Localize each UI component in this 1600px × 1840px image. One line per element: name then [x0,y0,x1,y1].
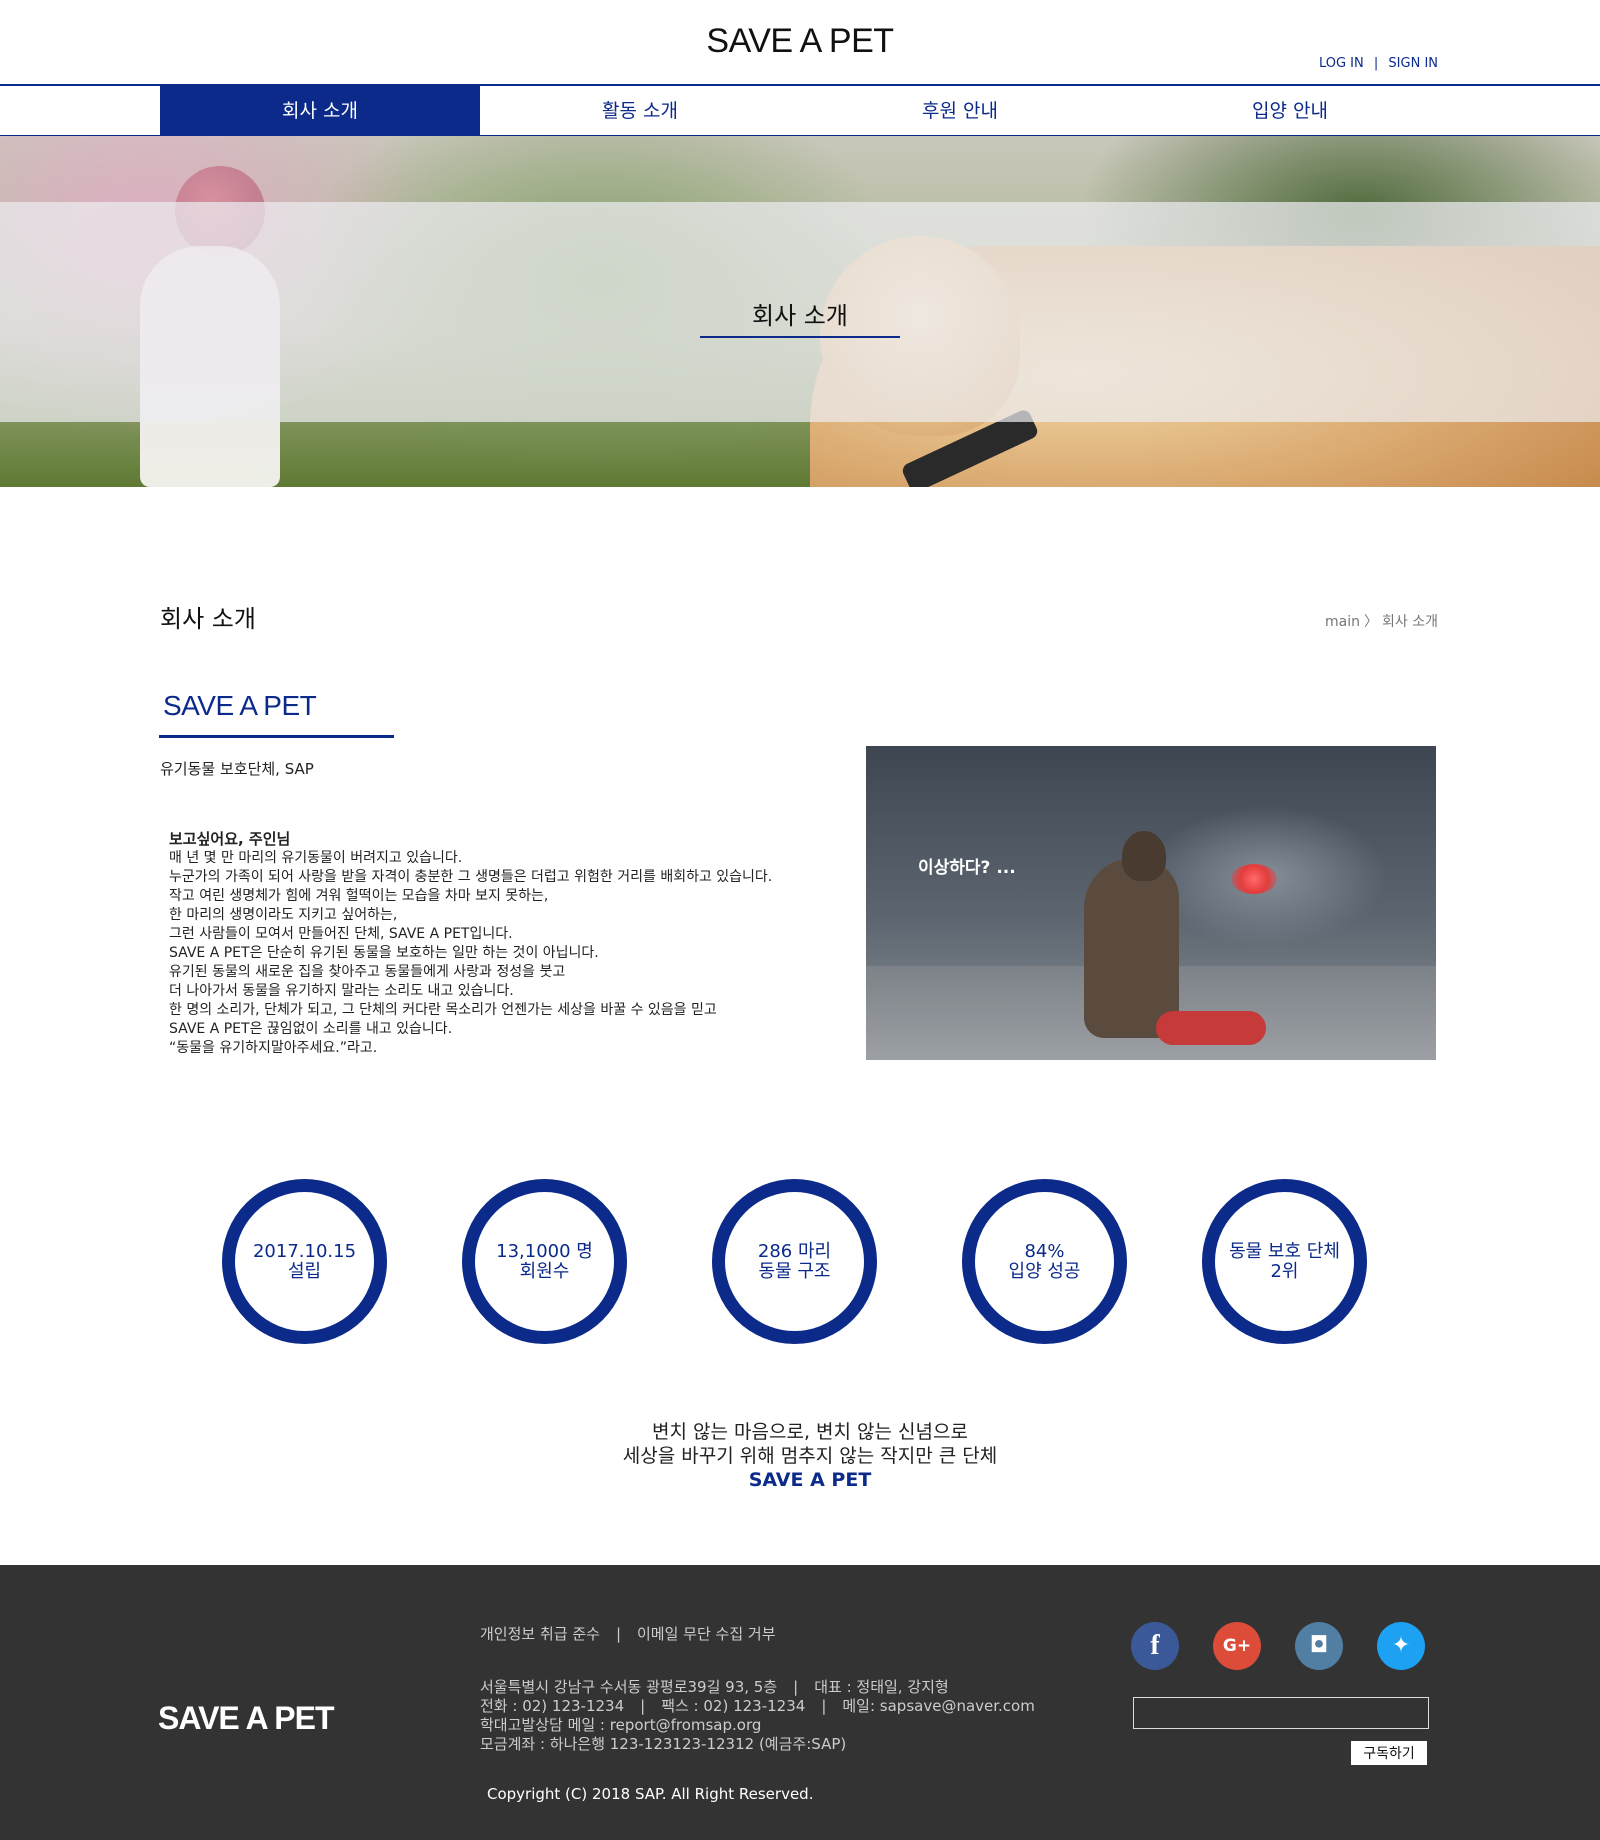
story-line: SAVE A PET은 끊임없이 소리를 내고 있습니다. [169,1021,453,1037]
photo-dog [1084,858,1179,1038]
footer-separator: | [640,1697,646,1715]
story-line: 한 명의 소리가, 단체가 되고, 그 단체의 커다란 목소리가 언젠가는 세상… [169,1002,717,1018]
story-line: 작고 여린 생명체가 힘에 겨워 헐떡이는 모습을 차마 보지 못하는, [169,888,549,904]
story-line: SAVE A PET은 단순히 유기된 동물을 보호하는 일만 하는 것이 아닙… [169,945,599,961]
footer-mail: 메일: sapsave@naver.com [842,1697,1035,1715]
about-brand-title: SAVE A PET [163,690,317,721]
story-line: 누군가의 가족이 되어 사랑을 받을 자격이 충분한 그 생명들은 더럽고 위험… [169,869,773,885]
login-link[interactable]: LOG IN [1319,56,1364,71]
about-photo: 이상하다? ... [866,746,1436,1060]
privacy-policy-link[interactable]: 개인정보 취급 준수 [480,1625,600,1643]
nav-item-company[interactable]: 회사 소개 [160,86,480,136]
footer-separator: | [821,1697,827,1715]
photo-dog-head [1122,831,1166,881]
stat-value: 13,1000 명 [496,1240,593,1262]
slogan: 변치 않는 마음으로, 변치 않는 신념으로 세상을 바꾸기 위해 멈추지 않는… [0,1420,1600,1492]
email-policy-link[interactable]: 이메일 무단 수집 거부 [637,1625,776,1643]
footer-separator: | [793,1678,799,1696]
slogan-line: 변치 않는 마음으로, 변치 않는 신념으로 [652,1421,968,1443]
footer-address: 서울특별시 강남구 수서동 광평로39길 93, 5층 [480,1678,778,1696]
instagram-icon[interactable]: ◘ [1295,1622,1343,1670]
site-header: SAVE A PET LOG IN | SIGN IN [0,0,1600,84]
stat-circle-adoption: 84% 입양 성공 [962,1179,1127,1344]
story-line: 매 년 몇 만 마리의 유기동물이 버려지고 있습니다. [169,850,463,866]
subscribe-button[interactable]: 구독하기 [1351,1741,1427,1765]
hero-banner: 회사 소개 [0,136,1600,487]
nav-item-sponsor[interactable]: 후원 안내 [800,86,1120,136]
main-nav: 회사 소개 활동 소개 후원 안내 입양 안내 [0,84,1600,136]
stat-circle-members: 13,1000 명 회원수 [462,1179,627,1344]
subscribe-input[interactable] [1133,1697,1429,1729]
facebook-icon[interactable]: f [1131,1622,1179,1670]
breadcrumb-current: 회사 소개 [1382,614,1438,630]
stat-label: 입양 성공 [1008,1260,1081,1282]
stat-value: 286 마리 [757,1240,832,1262]
google-plus-icon[interactable]: G+ [1213,1622,1261,1670]
stat-circle-founded: 2017.10.15 설립 [222,1179,387,1344]
footer-logo: SAVE A PET [158,1700,335,1736]
signin-link[interactable]: SIGN IN [1388,56,1438,71]
stat-label: 회원수 [519,1260,570,1282]
story-line: 유기된 동물의 새로운 집을 찾아주고 동물들에게 사랑과 정성을 붓고 [169,964,566,980]
footer-copyright: Copyright (C) 2018 SAP. All Right Reserv… [487,1785,814,1803]
about-story: 보고싶어요, 주인님 매 년 몇 만 마리의 유기동물이 버려지고 있습니다. … [169,830,819,1058]
photo-car-light [1231,864,1277,894]
slogan-line: 세상을 바꾸기 위해 멈추지 않는 작지만 큰 단체 [622,1445,998,1467]
stat-value: 동물 보호 단체 [1229,1240,1340,1262]
auth-separator: | [1373,56,1379,71]
stat-circle-rank: 동물 보호 단체 2위 [1202,1179,1367,1344]
photo-toy [1156,1011,1266,1045]
twitter-icon[interactable]: ✦ [1377,1622,1425,1670]
footer-info: 서울특별시 강남구 수서동 광평로39길 93, 5층 | 대표 : 정태일, 강지… [480,1678,1035,1754]
nav-item-adoption[interactable]: 입양 안내 [1130,86,1450,136]
about-subtitle: 유기동물 보호단체, SAP [160,760,314,778]
stat-label: 2위 [1270,1260,1299,1282]
breadcrumb-arrow-icon: 〉 [1364,614,1379,630]
story-title: 보고싶어요, 주인님 [169,830,291,848]
footer-links: 개인정보 취급 준수 | 이메일 무단 수집 거부 [480,1623,776,1644]
nav-item-activities[interactable]: 활동 소개 [480,86,800,136]
story-line: 더 나아가서 동물을 유기하지 말라는 소리도 내고 있습니다. [169,983,514,999]
stat-label: 설립 [287,1260,322,1282]
about-brand-underline [159,735,394,738]
footer-phone: 전화 : 02) 123-1234 [480,1697,625,1715]
page-title: 회사 소개 [160,605,256,633]
footer-fax: 팩스 : 02) 123-1234 [661,1697,806,1715]
footer-report: 학대고발상담 메일 : report@fromsap.org [480,1716,762,1734]
site-footer: 개인정보 취급 준수 | 이메일 무단 수집 거부 SAVE A PET 서울특별시… [0,1565,1600,1840]
stat-circle-rescued: 286 마리 동물 구조 [712,1179,877,1344]
stat-value: 84% [1024,1240,1065,1262]
hero-title-underline [700,336,900,338]
footer-account: 모금계좌 : 하나은행 123-123123-12312 (예금주:SAP) [480,1735,847,1753]
footer-rep: 대표 : 정태일, 강지형 [814,1678,949,1696]
story-line: “동물을 유기하지말아주세요.”라고. [169,1040,378,1056]
auth-links: LOG IN | SIGN IN [1319,56,1438,71]
story-line: 그런 사람들이 모여서 만들어진 단체, SAVE A PET입니다. [169,926,513,942]
breadcrumb-root[interactable]: main [1325,614,1360,630]
story-line: 한 마리의 생명이라도 지키고 싶어하는, [169,907,398,923]
hero-title: 회사 소개 [752,302,848,330]
photo-caption: 이상하다? ... [918,858,1016,878]
stat-label: 동물 구조 [758,1260,831,1282]
slogan-brand: SAVE A PET [748,1469,872,1491]
stat-value: 2017.10.15 [252,1240,357,1262]
footer-link-separator: | [615,1625,621,1643]
breadcrumb: main 〉 회사 소개 [1325,611,1438,631]
